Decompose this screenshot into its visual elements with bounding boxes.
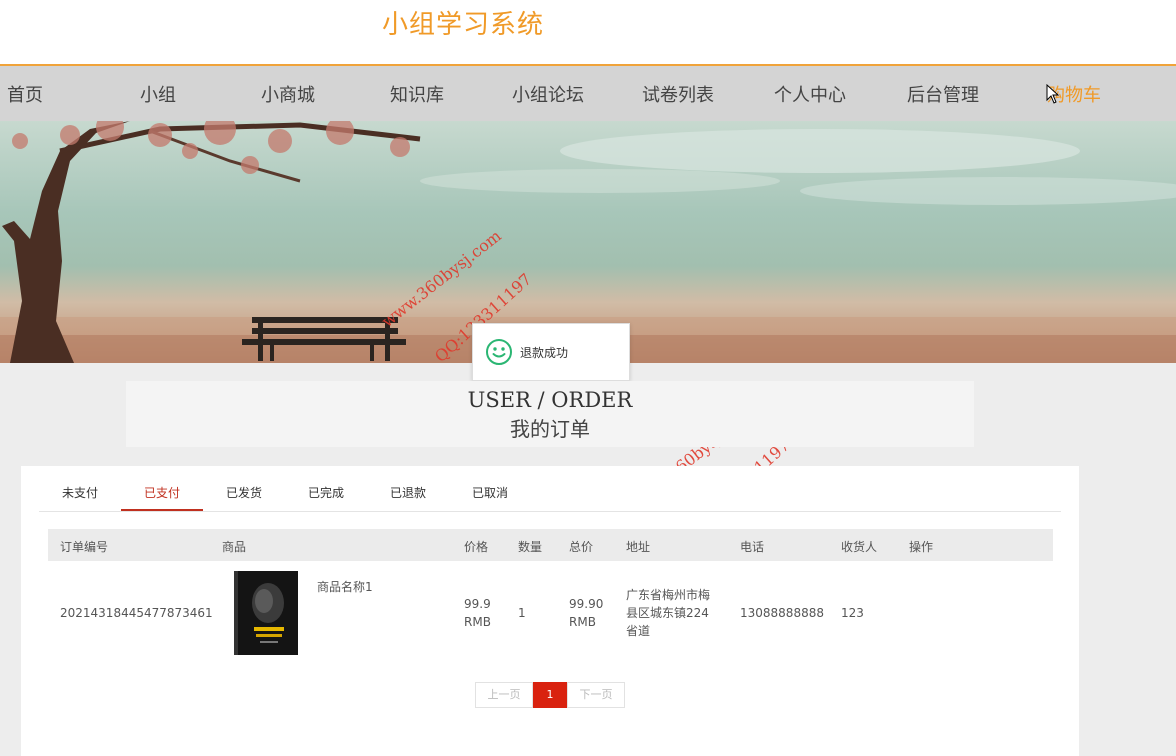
col-phone: 电话 <box>740 540 765 554</box>
address-line: 县区城东镇224 <box>626 606 709 620</box>
nav-item-admin[interactable]: 后台管理 <box>907 81 979 107</box>
price-unit: RMB <box>464 615 491 629</box>
order-status-tabs: 未支付 已支付 已发货 已完成 已退款 已取消 <box>39 478 1061 512</box>
phone-number: 13088888888 <box>740 606 824 620</box>
price-value: 99.9 <box>464 597 491 611</box>
order-number: 20214318445477873461 <box>60 606 213 620</box>
nav-item-home[interactable]: 首页 <box>7 81 43 107</box>
address-line: 省道 <box>626 624 651 638</box>
tab-shipped[interactable]: 已发货 <box>203 478 285 509</box>
tab-refunded[interactable]: 已退款 <box>367 478 449 509</box>
toast-message: 退款成功 <box>472 323 630 381</box>
next-page-button[interactable]: 下一页 <box>567 682 625 708</box>
col-order-no: 订单编号 <box>60 540 109 554</box>
prev-page-button[interactable]: 上一页 <box>475 682 533 708</box>
site-title[interactable]: 小组学习系统 <box>382 4 544 41</box>
orders-panel: 未支付 已支付 已发货 已完成 已退款 已取消 订单编号 商品 价格 数量 总价… <box>21 466 1079 756</box>
page-title-en: USER / ORDER <box>467 388 633 412</box>
product-image[interactable] <box>234 571 298 655</box>
tab-unpaid[interactable]: 未支付 <box>39 478 121 509</box>
quantity: 1 <box>518 606 526 620</box>
page-title-cn: 我的订单 <box>510 417 590 441</box>
col-address: 地址 <box>626 540 651 554</box>
tab-paid[interactable]: 已支付 <box>121 478 203 511</box>
product-name[interactable]: 商品名称1 <box>317 578 373 596</box>
nav-item-shop[interactable]: 小商城 <box>261 81 315 107</box>
nav-item-profile[interactable]: 个人中心 <box>774 81 846 107</box>
site-header: 小组学习系统 <box>0 0 1176 66</box>
nav-item-exams[interactable]: 试卷列表 <box>642 81 714 107</box>
col-qty: 数量 <box>518 540 543 554</box>
mouse-cursor-icon <box>1046 84 1060 104</box>
page-number-current[interactable]: 1 <box>533 682 567 708</box>
col-action: 操作 <box>909 540 934 554</box>
toast-text: 退款成功 <box>520 346 569 360</box>
smile-icon <box>486 339 512 365</box>
receiver-name: 123 <box>841 606 864 620</box>
tab-cancelled[interactable]: 已取消 <box>449 478 531 509</box>
nav-item-forum[interactable]: 小组论坛 <box>512 81 584 107</box>
col-total: 总价 <box>569 540 594 554</box>
total-unit: RMB <box>569 615 596 629</box>
address-line: 广东省梅州市梅 <box>626 588 711 602</box>
table-row: 20214318445477873461 商品名称1 99.9 RMB 1 99… <box>48 561 1053 669</box>
page-title-box: USER / ORDER 我的订单 <box>126 381 974 447</box>
col-price: 价格 <box>464 540 489 554</box>
col-product: 商品 <box>222 540 247 554</box>
nav-item-knowledge[interactable]: 知识库 <box>390 81 444 107</box>
tab-completed[interactable]: 已完成 <box>285 478 367 509</box>
table-header: 订单编号 商品 价格 数量 总价 地址 电话 收货人 操作 <box>48 529 1053 561</box>
nav-item-group[interactable]: 小组 <box>140 81 176 107</box>
col-receiver: 收货人 <box>841 540 878 554</box>
total-value: 99.90 <box>569 597 604 611</box>
main-nav: 首页 小组 小商城 知识库 小组论坛 试卷列表 个人中心 后台管理 购物车 <box>0 66 1176 121</box>
